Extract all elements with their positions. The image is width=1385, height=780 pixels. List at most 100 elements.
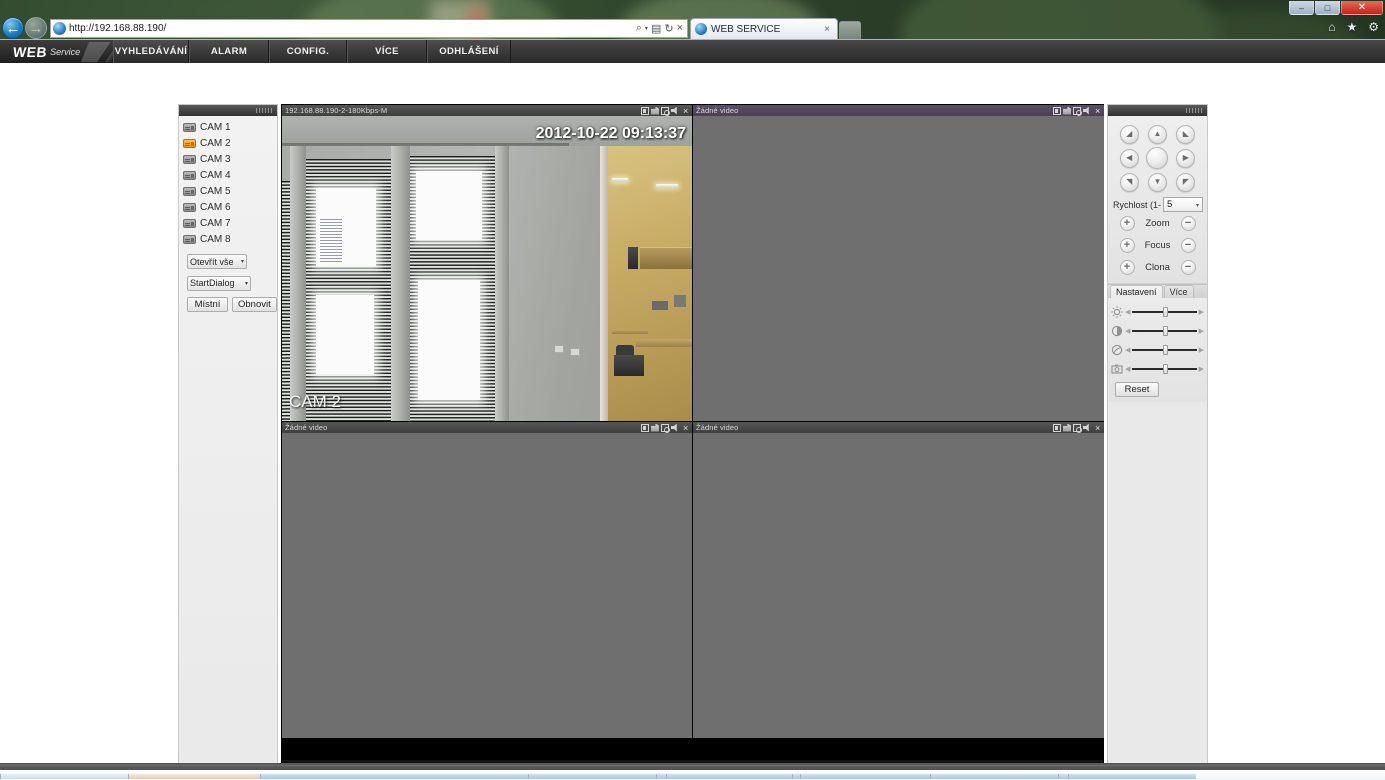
- nav-item-config[interactable]: CONFIG.: [269, 40, 347, 63]
- local-record-icon[interactable]: [1063, 107, 1071, 115]
- open-all-dropdown[interactable]: Otevřít vše ▾: [187, 254, 247, 269]
- iris-increase-button[interactable]: +: [1120, 260, 1135, 275]
- video-panel-3[interactable]: Žádné video ×: [282, 422, 692, 738]
- maximize-button[interactable]: □: [1315, 1, 1340, 15]
- taskbar-item[interactable]: [0, 774, 128, 779]
- ptz-up-right-button[interactable]: ◣: [1176, 125, 1195, 144]
- audio-icon[interactable]: [671, 107, 679, 115]
- close-window-button[interactable]: ✕: [1341, 1, 1383, 15]
- hue-slider[interactable]: [1132, 344, 1196, 356]
- ptz-up-left-button[interactable]: ◢: [1120, 125, 1139, 144]
- home-icon[interactable]: ⌂: [1328, 20, 1335, 34]
- back-button[interactable]: ←: [2, 17, 24, 39]
- focus-increase-button[interactable]: +: [1120, 238, 1135, 253]
- snapshot-icon[interactable]: [661, 107, 669, 115]
- tab-more[interactable]: Více: [1164, 285, 1194, 298]
- taskbar-item[interactable]: [1068, 774, 1196, 779]
- start-dialog-dropdown[interactable]: StartDialog ▾: [187, 276, 251, 291]
- camera-item-2[interactable]: CAM 2: [183, 135, 277, 151]
- taskbar-item[interactable]: [666, 774, 792, 779]
- audio-icon[interactable]: [1083, 424, 1091, 432]
- digital-zoom-icon[interactable]: [641, 424, 649, 432]
- nav-item-alarm[interactable]: ALARM: [189, 40, 269, 63]
- ptz-down-button[interactable]: ▼: [1148, 173, 1167, 192]
- url-bar[interactable]: http://192.168.88.190/ ⌕ ▾ ▤ ↻ ×: [50, 19, 688, 38]
- ptz-down-right-button[interactable]: ◤: [1176, 173, 1195, 192]
- slider-knob[interactable]: [1163, 364, 1168, 374]
- forward-button[interactable]: →: [25, 17, 47, 39]
- nav-item-logout[interactable]: ODHLÁŠENÍ: [427, 40, 511, 63]
- close-stream-icon[interactable]: ×: [1093, 424, 1102, 432]
- audio-icon[interactable]: [671, 424, 679, 432]
- close-stream-icon[interactable]: ×: [681, 424, 690, 432]
- video-panel-1[interactable]: 2012-10-22 09:13:37 CAM 2 192.168.88.190…: [282, 105, 692, 421]
- ptz-right-button[interactable]: ▶: [1176, 149, 1195, 168]
- taskbar-item[interactable]: [792, 774, 800, 779]
- camera-item-1[interactable]: CAM 1: [183, 119, 277, 135]
- video-panel-2[interactable]: Žádné video ×: [693, 105, 1104, 421]
- stop-icon[interactable]: ×: [677, 22, 683, 34]
- taskbar-item[interactable]: [260, 774, 528, 779]
- ptz-speed-select[interactable]: 5 ▾: [1163, 197, 1203, 212]
- brightness-slider[interactable]: [1132, 306, 1196, 318]
- digital-zoom-icon[interactable]: [1053, 107, 1061, 115]
- slider-decrease-icon[interactable]: ◀: [1125, 308, 1130, 316]
- snapshot-icon[interactable]: [1073, 424, 1081, 432]
- taskbar-item[interactable]: [128, 774, 260, 779]
- iris-decrease-button[interactable]: −: [1181, 260, 1196, 275]
- local-record-icon[interactable]: [1063, 424, 1071, 432]
- ptz-center-button[interactable]: [1146, 147, 1168, 169]
- refresh-button[interactable]: Obnovit: [232, 297, 277, 312]
- slider-decrease-icon[interactable]: ◀: [1125, 365, 1130, 373]
- ptz-up-button[interactable]: ▲: [1148, 125, 1167, 144]
- search-icon[interactable]: ⌕: [636, 22, 642, 35]
- camera-item-8[interactable]: CAM 8: [183, 231, 277, 247]
- camera-item-3[interactable]: CAM 3: [183, 151, 277, 167]
- new-tab-button[interactable]: [839, 21, 861, 39]
- local-record-icon[interactable]: [651, 424, 659, 432]
- taskbar-item[interactable]: [1058, 774, 1068, 779]
- zoom-increase-button[interactable]: +: [1120, 216, 1135, 231]
- ptz-down-left-button[interactable]: ◥: [1120, 173, 1139, 192]
- slider-increase-icon[interactable]: ▶: [1199, 346, 1204, 354]
- refresh-icon[interactable]: ↻: [664, 22, 673, 35]
- browser-tab-web-service[interactable]: WEB SERVICE ×: [690, 18, 838, 39]
- local-button[interactable]: Místní: [187, 297, 228, 312]
- slider-increase-icon[interactable]: ▶: [1199, 365, 1204, 373]
- slider-knob[interactable]: [1163, 345, 1168, 355]
- taskbar-item[interactable]: [656, 774, 666, 779]
- video-panel-4[interactable]: Žádné video ×: [693, 422, 1104, 738]
- local-record-icon[interactable]: [651, 107, 659, 115]
- camera-item-7[interactable]: CAM 7: [183, 215, 277, 231]
- saturation-slider[interactable]: [1132, 363, 1196, 375]
- camera-item-4[interactable]: CAM 4: [183, 167, 277, 183]
- slider-increase-icon[interactable]: ▶: [1199, 308, 1204, 316]
- slider-decrease-icon[interactable]: ◀: [1125, 346, 1130, 354]
- reset-button[interactable]: Reset: [1115, 382, 1159, 397]
- digital-zoom-icon[interactable]: [641, 107, 649, 115]
- left-panel-grip[interactable]: [179, 105, 277, 116]
- close-stream-icon[interactable]: ×: [1093, 107, 1102, 115]
- digital-zoom-icon[interactable]: [1053, 424, 1061, 432]
- close-stream-icon[interactable]: ×: [681, 107, 690, 115]
- slider-knob[interactable]: [1163, 326, 1168, 336]
- snapshot-icon[interactable]: [1073, 107, 1081, 115]
- slider-knob[interactable]: [1163, 307, 1168, 317]
- taskbar-item[interactable]: [930, 774, 1058, 779]
- right-panel-grip[interactable]: [1108, 105, 1207, 116]
- ptz-left-button[interactable]: ◀: [1120, 149, 1139, 168]
- favorites-icon[interactable]: ★: [1346, 20, 1357, 34]
- tab-settings[interactable]: Nastavení: [1110, 285, 1163, 298]
- focus-decrease-button[interactable]: −: [1181, 238, 1196, 253]
- minimize-button[interactable]: –: [1289, 1, 1314, 15]
- tab-close-icon[interactable]: ×: [821, 24, 833, 35]
- taskbar-item[interactable]: [528, 774, 656, 779]
- zoom-decrease-button[interactable]: −: [1181, 216, 1196, 231]
- snapshot-icon[interactable]: [661, 424, 669, 432]
- nav-item-search[interactable]: VYHLEDÁVÁNÍ: [113, 40, 189, 63]
- audio-icon[interactable]: [1083, 107, 1091, 115]
- url-text[interactable]: http://192.168.88.190/: [69, 23, 636, 34]
- camera-item-6[interactable]: CAM 6: [183, 199, 277, 215]
- camera-item-5[interactable]: CAM 5: [183, 183, 277, 199]
- compatibility-view-icon[interactable]: ▤: [651, 22, 661, 35]
